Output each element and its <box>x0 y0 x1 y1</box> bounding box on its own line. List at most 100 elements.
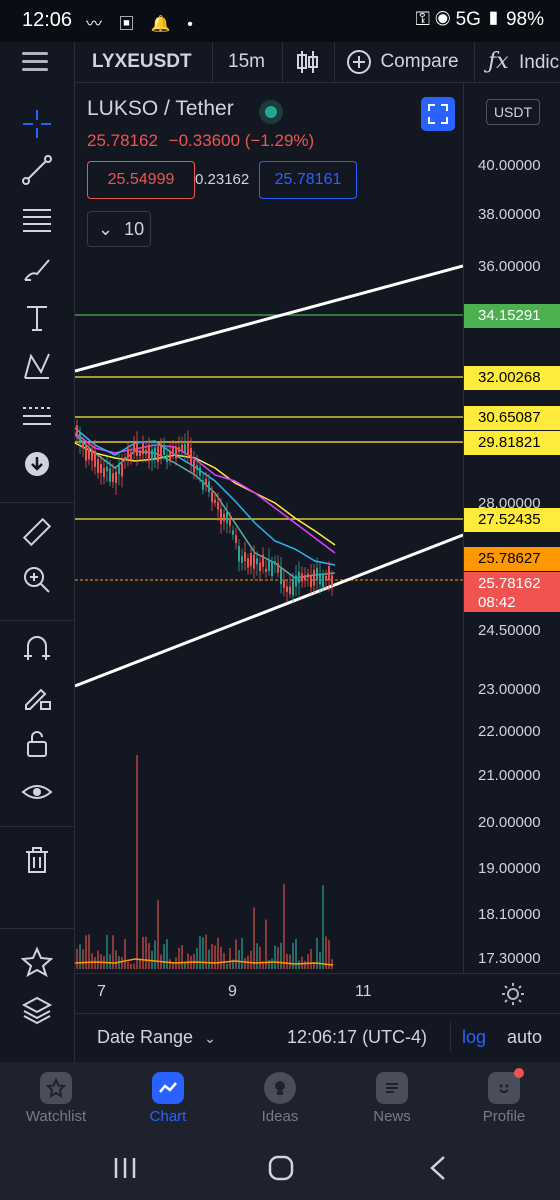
candle-body <box>286 586 288 592</box>
unlock-icon <box>27 731 47 757</box>
time-label: 9 <box>228 983 237 1000</box>
nav-watchlist[interactable]: Watchlist <box>0 1072 112 1125</box>
compare-button[interactable]: Compare <box>346 49 459 75</box>
nav-news[interactable]: News <box>336 1072 448 1125</box>
chart-icon <box>152 1072 184 1104</box>
volume-bar <box>235 939 237 969</box>
recents-button[interactable] <box>112 1156 138 1185</box>
volume-bar <box>223 952 225 969</box>
candle-body <box>223 513 225 522</box>
log-toggle[interactable]: log <box>462 1027 486 1048</box>
currency-badge[interactable]: USDT <box>486 99 540 125</box>
fullscreen-button[interactable] <box>421 97 455 131</box>
crosshair-tool[interactable] <box>17 104 57 144</box>
price-axis[interactable]: USDT 40.00000 38.00000 36.00000 28.00000… <box>463 83 560 973</box>
level-tag: 32.00268 <box>464 366 560 390</box>
candle-body <box>256 558 258 565</box>
text-tool[interactable] <box>17 298 57 338</box>
hide-drawings-tool[interactable] <box>17 444 57 484</box>
zoom-tool[interactable] <box>17 560 57 600</box>
candle-body <box>172 446 174 456</box>
volume-bar <box>226 963 228 969</box>
menu-button[interactable] <box>22 52 48 74</box>
candle-body <box>229 518 231 526</box>
volume-bar <box>211 944 213 969</box>
clock-timezone[interactable]: 12:06:17 (UTC-4) <box>287 1027 427 1048</box>
plus-circle-icon <box>347 50 371 74</box>
buy-price-box[interactable]: 25.78161 <box>259 161 357 199</box>
drawing-toolbar <box>0 82 75 1062</box>
candle-body <box>175 447 177 459</box>
notification-dot <box>514 1068 524 1078</box>
nav-profile[interactable]: Profile <box>448 1068 560 1125</box>
date-range-button[interactable]: Date Range ⌄ <box>97 1027 216 1048</box>
lock-drawing-tool[interactable] <box>17 676 57 716</box>
volume-bar <box>202 937 204 969</box>
chevron-down-icon: ⌄ <box>98 219 114 239</box>
volume-bar <box>277 947 279 969</box>
symbol-button[interactable]: LYXEUSDT <box>92 51 192 73</box>
sell-price-box[interactable]: 25.54999 <box>87 161 195 199</box>
candle-body <box>250 552 252 567</box>
level-tag-green: 34.15291 <box>464 304 560 328</box>
volume-bar <box>241 938 243 969</box>
candle-body <box>166 454 168 463</box>
price-change-row: 25.78162 −0.33600 (−1.29%) <box>87 131 314 151</box>
volume-bar <box>187 953 189 969</box>
volume-bar <box>307 954 309 969</box>
candle-body <box>151 449 153 461</box>
volume-bar <box>121 957 123 969</box>
pattern-tool[interactable] <box>17 346 57 386</box>
prediction-tool[interactable] <box>17 396 57 436</box>
magnet-tool[interactable] <box>17 628 57 668</box>
indicators-toggle[interactable]: ⌄ 10 <box>87 211 151 247</box>
candle-body <box>115 471 117 484</box>
object-tree-tool[interactable] <box>17 990 57 1030</box>
remove-drawings-tool[interactable] <box>17 840 57 880</box>
axis-label: 21.00000 <box>478 767 541 784</box>
auto-toggle[interactable]: auto <box>507 1027 542 1048</box>
candle-style-button[interactable] <box>294 48 320 76</box>
level-tag: 30.65087 <box>464 406 560 430</box>
volume-bar <box>229 948 231 969</box>
eye-icon <box>21 785 53 799</box>
time-axis[interactable]: 7 9 11 <box>75 973 560 1014</box>
nav-ideas[interactable]: Ideas <box>224 1072 336 1125</box>
current-price-tag: 25.78162 08:42 <box>464 572 560 612</box>
trendline-tool[interactable] <box>17 150 57 190</box>
candle-body <box>262 554 264 567</box>
candle-body <box>280 567 282 585</box>
candle-body <box>238 545 240 562</box>
upper-trendline[interactable] <box>75 264 463 373</box>
indicators-button[interactable]: ƒx Indic <box>488 49 559 74</box>
volume-bar <box>268 959 270 969</box>
brush-tool[interactable] <box>17 250 57 290</box>
nav-chart[interactable]: Chart <box>112 1072 224 1125</box>
candle-body <box>190 447 192 464</box>
interval-button[interactable]: 15m <box>228 51 265 73</box>
lock-all-tool[interactable] <box>17 724 57 764</box>
chart-canvas[interactable]: LUKSO / Tether 25.78162 −0.33600 (−1.29%… <box>75 83 463 973</box>
candle-body <box>301 573 303 582</box>
volume-bar <box>97 950 99 969</box>
candle-body <box>274 561 276 565</box>
bottom-nav: Watchlist Chart Ideas News Profile <box>0 1062 560 1134</box>
home-button[interactable] <box>268 1155 294 1186</box>
volume-bar <box>178 947 180 969</box>
star-icon <box>21 946 53 978</box>
candle-body <box>85 444 87 461</box>
ruler-tool[interactable] <box>17 512 57 552</box>
candle-body <box>157 446 159 463</box>
visibility-tool[interactable] <box>17 772 57 812</box>
chart-settings-button[interactable] <box>501 982 525 1011</box>
volume-bar <box>280 942 282 969</box>
back-button[interactable] <box>428 1155 448 1186</box>
candle-body <box>121 463 123 477</box>
sell-price: 25.54999 <box>107 171 175 188</box>
favorites-tool[interactable] <box>17 942 57 982</box>
fib-tool[interactable] <box>17 200 57 240</box>
candle-body <box>205 478 207 486</box>
news-icon <box>376 1072 408 1104</box>
status-bar: 12:06 〰 ▣ 🔔 • ⚿ ◉ 5G ▮ 98% <box>0 0 560 42</box>
candle-body <box>103 467 105 477</box>
